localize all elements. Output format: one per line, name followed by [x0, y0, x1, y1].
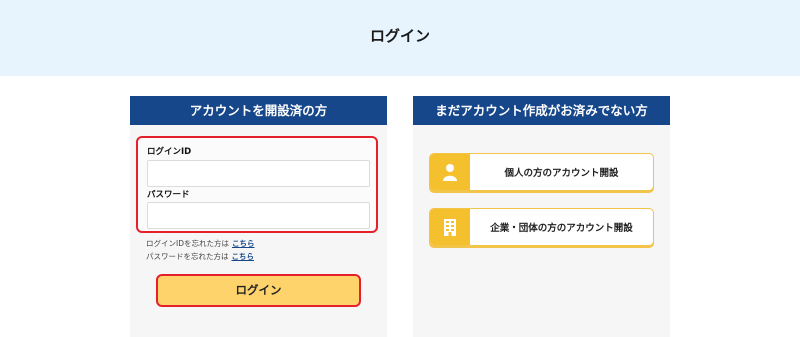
open-corporate-account-label: 企業・団体の方のアカウント開設 — [490, 223, 633, 234]
password-input[interactable] — [147, 202, 370, 229]
forgot-login-id: ログインIDを忘れた方は こちら — [146, 238, 255, 249]
page-title: ログイン — [369, 27, 430, 45]
new-account-header: まだアカウント作成がお済みでない方 — [413, 96, 670, 125]
forgot-password-link[interactable]: こちら — [232, 252, 255, 261]
forgot-password-text: パスワードを忘れた方は — [146, 252, 229, 261]
forgot-login-id-link[interactable]: こちら — [232, 239, 255, 248]
open-corporate-account-button[interactable]: 企業・団体の方のアカウント開設 — [429, 208, 654, 246]
login-id-input[interactable] — [147, 160, 370, 187]
password-label: パスワード — [147, 190, 190, 200]
login-id-label: ログインID — [147, 147, 192, 157]
building-icon — [430, 209, 470, 245]
new-account-panel: まだアカウント作成がお済みでない方 個人の方のアカウント開設 企業・団体の方のア… — [413, 96, 670, 337]
open-personal-account-button[interactable]: 個人の方のアカウント開設 — [429, 153, 654, 191]
forgot-login-id-text: ログインIDを忘れた方は — [146, 239, 229, 248]
person-icon — [430, 154, 470, 190]
login-form: ログインID パスワード — [136, 136, 378, 233]
forgot-password: パスワードを忘れた方は こちら — [146, 251, 254, 262]
open-personal-account-label: 個人の方のアカウント開設 — [504, 168, 619, 179]
existing-account-panel: アカウントを開設済の方 ログインID パスワード ログインIDを忘れた方は こちら… — [130, 96, 387, 337]
existing-account-header: アカウントを開設済の方 — [130, 96, 387, 125]
login-button[interactable]: ログイン — [156, 274, 361, 307]
